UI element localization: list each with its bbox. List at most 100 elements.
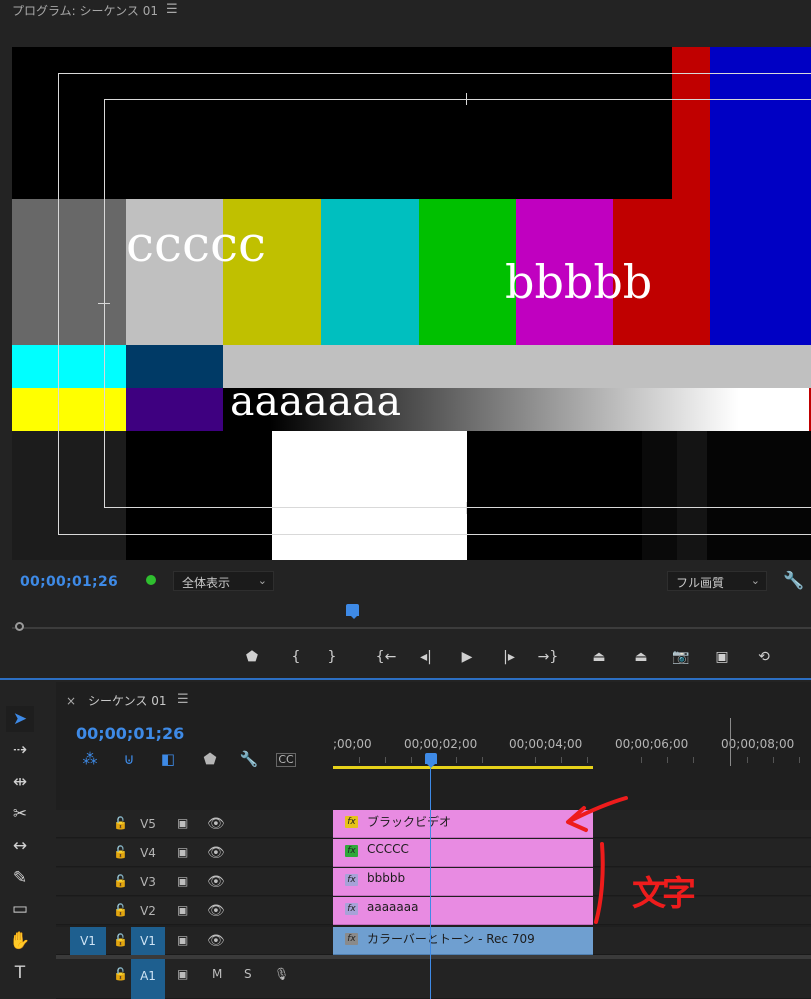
- lift-icon[interactable]: ⏏: [587, 647, 611, 667]
- ruler-label: ;00;00: [333, 737, 372, 751]
- slip-tool-icon[interactable]: ↔: [6, 833, 34, 859]
- ruler-tick: [641, 757, 642, 763]
- comparison-view-icon[interactable]: ▣: [710, 647, 734, 667]
- ruler-tick: [747, 757, 748, 763]
- track-header-a1[interactable]: [56, 959, 811, 999]
- extract-icon[interactable]: ⏏: [629, 647, 653, 667]
- insert-overwrite-icon[interactable]: ⁂: [78, 750, 102, 768]
- microphone-icon[interactable]: 🎙: [274, 967, 289, 981]
- toggle-sync-lock-icon[interactable]: ▣: [177, 903, 188, 917]
- hamburger-icon[interactable]: ☰: [177, 692, 189, 707]
- status-indicator: [146, 575, 156, 585]
- clip-v2[interactable]: fx aaaaaaa: [333, 897, 593, 925]
- program-monitor-title[interactable]: プログラム: シーケンス 01: [12, 2, 158, 19]
- rectangle-tool-icon[interactable]: ▭: [6, 896, 34, 922]
- go-to-in-icon[interactable]: {←: [374, 647, 398, 667]
- track-target-v5[interactable]: V5: [131, 810, 165, 838]
- ruler-tick: [456, 757, 457, 763]
- track-select-tool-icon[interactable]: ⇢: [6, 737, 34, 763]
- quality-dropdown-label: フル画質: [676, 576, 725, 590]
- zoom-dropdown[interactable]: 全体表示 ⌄: [173, 571, 274, 591]
- clip-label: ブラックビデオ: [367, 815, 452, 829]
- go-to-out-icon[interactable]: →}: [536, 647, 560, 667]
- ruler-label: 00;00;06;00: [615, 737, 689, 751]
- track-target-v4[interactable]: V4: [131, 839, 165, 867]
- ruler-tick: [773, 757, 774, 763]
- ripple-edit-tool-icon[interactable]: ⇹: [6, 769, 34, 795]
- program-timecode[interactable]: 00;00;01;26: [20, 574, 118, 590]
- play-icon[interactable]: ▶: [455, 647, 479, 667]
- overlay-text-aaaaaaa: aaaaaaa: [230, 377, 402, 425]
- wrench-icon[interactable]: 🔧: [783, 571, 804, 591]
- quality-dropdown[interactable]: フル画質 ⌄: [667, 571, 767, 591]
- linked-selection-icon[interactable]: ◧: [156, 750, 180, 768]
- lock-icon[interactable]: 🔓: [113, 967, 128, 981]
- timeline-tab-title[interactable]: シーケンス 01: [88, 692, 167, 709]
- mute-button[interactable]: M: [212, 967, 222, 981]
- eye-icon[interactable]: 👁: [207, 903, 225, 919]
- type-tool-icon[interactable]: T: [6, 960, 34, 986]
- wrench-icon[interactable]: 🔧: [237, 750, 261, 768]
- lock-icon[interactable]: 🔓: [113, 816, 128, 830]
- program-scrub-ruler[interactable]: [12, 606, 811, 620]
- toggle-sync-lock-icon[interactable]: ▣: [177, 874, 188, 888]
- toggle-sync-lock-icon[interactable]: ▣: [177, 967, 188, 981]
- add-marker-icon[interactable]: ⬟: [198, 750, 222, 768]
- track-target-a1[interactable]: A1: [131, 959, 165, 999]
- hand-tool-icon[interactable]: ✋: [6, 928, 34, 954]
- ruler-tick: [482, 757, 483, 763]
- ruler-label: 00;00;02;00: [404, 737, 478, 751]
- program-playhead-tip: [349, 614, 359, 619]
- timeline-playhead-line: [430, 768, 431, 999]
- toggle-sync-lock-icon[interactable]: ▣: [177, 845, 188, 859]
- eye-icon[interactable]: 👁: [207, 816, 225, 832]
- ruler-tick: [535, 757, 536, 763]
- close-icon[interactable]: ×: [66, 694, 76, 708]
- export-frame-icon[interactable]: 📷: [669, 647, 693, 667]
- selection-tool-icon[interactable]: ➤: [6, 706, 34, 732]
- toggle-sync-lock-icon[interactable]: ▣: [177, 816, 188, 830]
- annotation-note: 文字: [632, 874, 696, 914]
- fx-badge-icon: fx: [345, 933, 358, 945]
- eye-icon[interactable]: 👁: [207, 933, 225, 949]
- razor-tool-icon[interactable]: ✂: [6, 801, 34, 827]
- add-marker-icon[interactable]: ⬟: [240, 647, 264, 667]
- ruler-label: 00;00;04;00: [509, 737, 583, 751]
- snap-magnet-icon[interactable]: ⊍: [117, 750, 141, 768]
- toggle-sync-lock-icon[interactable]: ▣: [177, 933, 188, 947]
- fx-badge-icon: fx: [345, 845, 358, 857]
- lock-icon[interactable]: 🔓: [113, 874, 128, 888]
- step-back-icon[interactable]: ◂|: [414, 647, 438, 667]
- hamburger-icon[interactable]: ☰: [166, 2, 178, 17]
- timeline-timecode[interactable]: 00;00;01;26: [76, 724, 184, 743]
- step-forward-icon[interactable]: |▸: [497, 647, 521, 667]
- track-target-v2[interactable]: V2: [131, 897, 165, 925]
- lock-icon[interactable]: 🔓: [113, 903, 128, 917]
- track-target-v3[interactable]: V3: [131, 868, 165, 896]
- ruler-tick: [693, 757, 694, 763]
- pen-tool-icon[interactable]: ✎: [6, 865, 34, 891]
- ruler-label: 00;00;08;00: [721, 737, 795, 751]
- source-patch-v1[interactable]: V1: [70, 927, 106, 955]
- clip-v3[interactable]: fx bbbbb: [333, 868, 593, 896]
- lock-icon[interactable]: 🔓: [113, 933, 128, 947]
- annotation-bracket: [594, 842, 605, 924]
- clip-v5[interactable]: fx ブラックビデオ: [333, 810, 593, 838]
- captions-icon[interactable]: CC: [276, 753, 296, 767]
- eye-icon[interactable]: 👁: [207, 874, 225, 890]
- clip-v1[interactable]: fx カラーバーとトーン - Rec 709: [333, 927, 593, 955]
- ruler-tick: [561, 757, 562, 763]
- track-target-v1[interactable]: V1: [131, 927, 165, 955]
- vr-icon[interactable]: ⟲: [752, 647, 776, 667]
- mark-in-icon[interactable]: {: [284, 647, 308, 667]
- lock-icon[interactable]: 🔓: [113, 845, 128, 859]
- solo-button[interactable]: S: [244, 967, 252, 981]
- safe-center-mark: [466, 93, 467, 105]
- timeline-playhead-tip: [425, 762, 437, 768]
- mark-out-icon[interactable]: }: [320, 647, 344, 667]
- zoom-handle[interactable]: [15, 622, 24, 631]
- zoom-scrollbar[interactable]: [12, 627, 811, 629]
- eye-icon[interactable]: 👁: [207, 845, 225, 861]
- clip-v4[interactable]: fx CCCCC: [333, 839, 593, 867]
- program-viewer[interactable]: ccccc bbbbb aaaaaaa: [12, 47, 811, 560]
